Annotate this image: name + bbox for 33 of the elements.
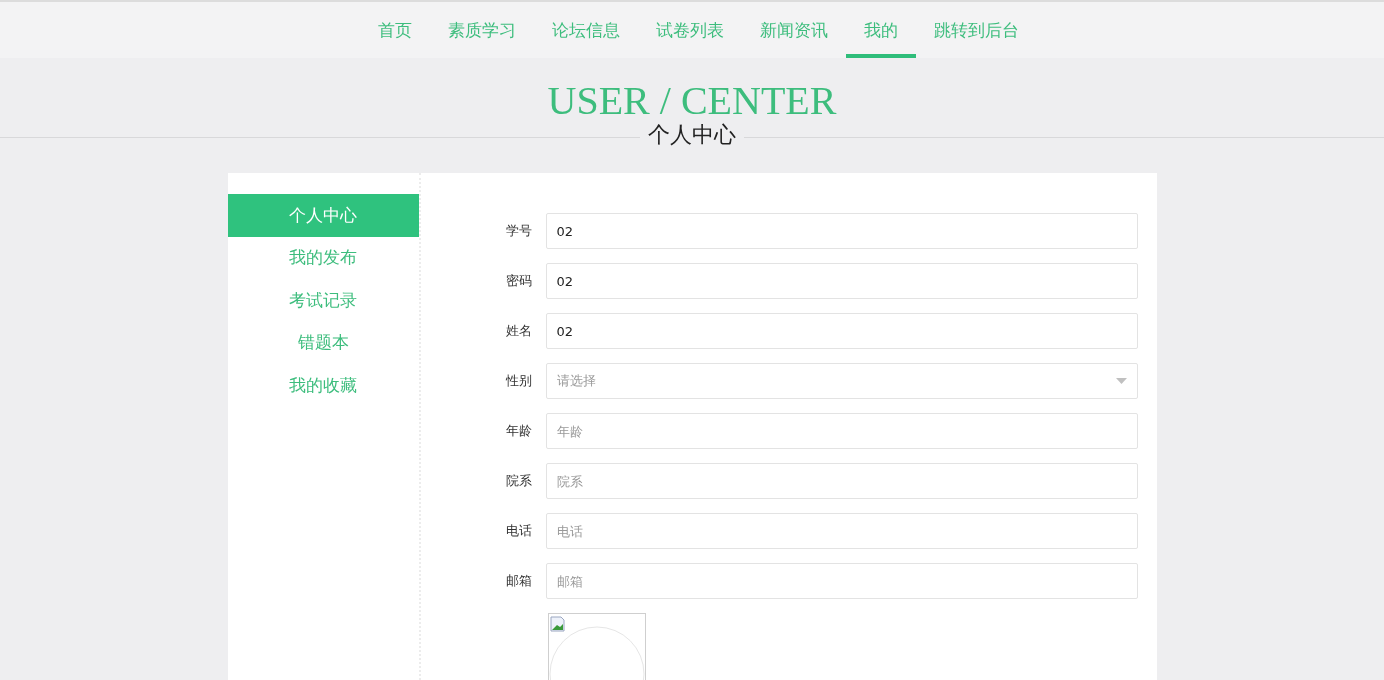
field-label: 性别	[504, 372, 532, 390]
input-field[interactable]: 02	[545, 213, 1138, 249]
nav-link[interactable]: 我的	[845, 2, 916, 58]
input-field[interactable]: 电话	[545, 513, 1138, 549]
field-label: 姓名	[504, 322, 532, 340]
input-field[interactable]: 院系	[545, 463, 1138, 499]
sidebar-item[interactable]: 错题本	[227, 321, 419, 364]
caret-icon	[1115, 378, 1127, 384]
avatar-image[interactable]	[547, 613, 646, 680]
page-title: USER / CENTER	[547, 78, 837, 123]
nav-link[interactable]: 首页	[359, 2, 430, 58]
page-subtitle: 个人中心	[640, 121, 744, 149]
sidebar-item[interactable]: 我的发布	[227, 236, 419, 279]
field-label: 密码	[504, 272, 532, 290]
select-field[interactable]: 请选择	[545, 363, 1138, 399]
input-field[interactable]: 邮箱	[545, 563, 1138, 599]
field-label: 邮箱	[504, 572, 532, 590]
field-label: 学号	[504, 222, 532, 240]
nav-link[interactable]: 试卷列表	[637, 2, 742, 58]
input-field[interactable]: 02	[545, 263, 1138, 299]
broken-image-icon	[549, 616, 566, 632]
nav-link[interactable]: 论坛信息	[533, 2, 638, 58]
field-label: 年龄	[504, 422, 532, 440]
input-field[interactable]: 02	[545, 313, 1138, 349]
sidebar-item[interactable]: 我的收藏	[227, 364, 419, 407]
sidebar-item[interactable]: 个人中心	[227, 194, 419, 237]
nav-link[interactable]: 跳转到后台	[915, 2, 1037, 58]
sidebar-item[interactable]: 考试记录	[227, 279, 419, 322]
field-label: 院系	[504, 472, 532, 490]
nav-link[interactable]: 新闻资讯	[741, 2, 846, 58]
input-field[interactable]: 年龄	[545, 413, 1138, 449]
nav-link[interactable]: 素质学习	[429, 2, 534, 58]
field-label: 电话	[504, 522, 532, 540]
